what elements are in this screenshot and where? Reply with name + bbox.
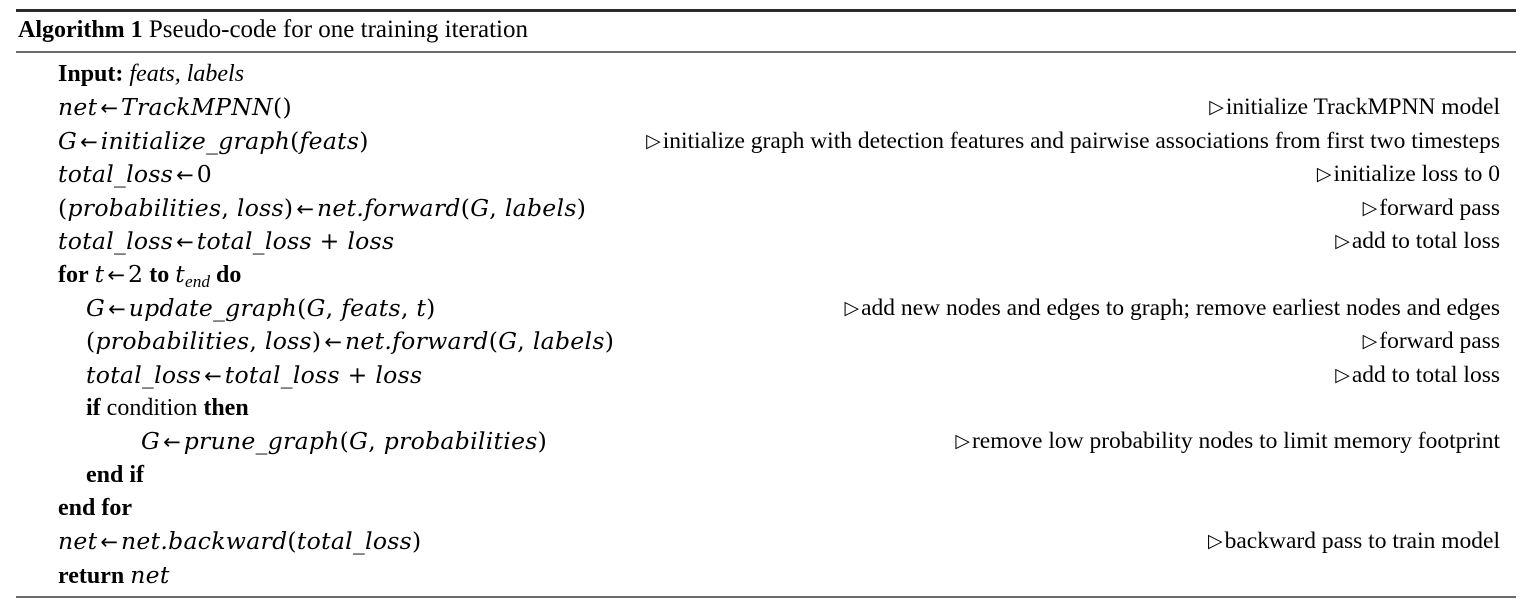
line-code-forward-loop: (probabilities, loss) ← net.forward(G, lab… [86,327,615,356]
if-keyword: if [86,394,101,421]
algorithm-line-end-if: end if [0,459,1532,492]
comment-triangle-icon: ▷ [1335,364,1350,386]
line-code-return: return net [58,559,170,593]
for-loop-variable: t [94,260,105,289]
comment-triangle-icon: ▷ [1362,197,1378,219]
bottom-rule [16,596,1516,599]
end-if-keyword: end if [86,461,145,488]
algorithm-line-end-for: end for [0,492,1532,525]
input-arguments: feats, labels [123,61,245,87]
line-code-forward-first: (probabilities, loss) ← net.forward(G, lab… [58,193,587,222]
for-loop-end: t [175,260,186,289]
return-value: net [130,560,170,589]
for-keyword: for [58,262,89,289]
algorithm-line-forward-loop: (probabilities, loss) ← net.forward(G, lab… [0,325,1532,358]
then-keyword: then [203,394,249,421]
line-comment-graph-init: ▷initialize graph with detection feature… [646,127,1500,154]
comment-triangle-icon: ▷ [955,431,970,453]
line-code-backward: net ← net.backward(total_loss) [58,527,422,556]
line-comment-accumulate-loop: ▷add to total loss [1335,361,1500,388]
if-condition-text: condition [106,394,198,421]
line-comment-total-loss-zero: ▷initialize loss to 0 [1316,161,1500,188]
line-comment-accumulate-first: ▷add to total loss [1335,227,1500,254]
comment-triangle-icon: ▷ [844,297,860,319]
line-comment-net-init: ▷initialize TrackMPNN model [1209,94,1500,121]
input-keyword: Input: [58,61,124,87]
comment-triangle-icon: ▷ [1362,331,1378,353]
algorithm-title: Algorithm 1 Pseudo-code for one training… [18,12,1532,48]
line-code-if-condition: if condition then [86,392,249,425]
to-keyword: to [149,262,170,289]
title-rule [16,51,1516,53]
line-code-input: Input: feats, labels [58,58,244,91]
algorithm-line-accumulate-loop: total_loss ← total_loss + loss ▷add to tot… [0,359,1532,392]
for-loop-start: 2 [128,260,144,289]
algorithm-block: Algorithm 1 Pseudo-code for one training… [0,9,1532,614]
algorithm-line-graph-init: G ← initialize_graph(feats) ▷initialize gr… [0,125,1532,158]
algorithm-line-total-loss-zero: total_loss ← 0 ▷initialize loss to 0 [0,158,1532,191]
line-code-graph-init: G ← initialize_graph(feats) [58,126,369,155]
comment-triangle-icon: ▷ [1335,230,1350,252]
algorithm-line-for-loop: for t ← 2 to tend do [0,258,1532,291]
line-code-graph-update: G ← update_graph(G, feats, t) [86,293,436,322]
algorithm-line-if-condition: if condition then [0,392,1532,425]
line-code-total-loss-zero: total_loss ← 0 [58,160,212,189]
line-comment-graph-update: ▷add new nodes and edges to graph; remov… [844,294,1501,321]
line-comment-backward: ▷backward pass to train model [1207,528,1500,555]
comment-triangle-icon: ▷ [1316,164,1332,186]
for-loop-end-subscript: end [185,272,210,292]
end-for-keyword: end for [58,495,132,522]
line-code-accumulate-loop: total_loss ← total_loss + loss [86,360,423,389]
line-comment-forward-loop: ▷forward pass [1362,328,1500,355]
algorithm-line-input: Input: feats, labels [0,58,1532,91]
algorithm-line-accumulate-first: total_loss ← total_loss + loss ▷add to tot… [0,225,1532,258]
algorithm-body: Input: feats, labels net ← TrackMPNN() ▷in… [0,58,1532,592]
line-comment-graph-prune: ▷remove low probability nodes to limit m… [955,428,1500,455]
line-code-graph-prune: G ← prune_graph(G, probabilities) [141,427,548,456]
algorithm-line-graph-update: G ← update_graph(G, feats, t) ▷add new nod… [0,292,1532,325]
comment-triangle-icon: ▷ [1209,97,1224,119]
line-comment-forward-first: ▷forward pass [1362,194,1500,221]
line-code-end-for: end for [58,492,132,525]
algorithm-label: Algorithm 1 [18,17,143,43]
comment-triangle-icon: ▷ [646,130,661,152]
algorithm-line-graph-prune: G ← prune_graph(G, probabilities) ▷remove … [0,425,1532,458]
algorithm-line-return: return net [0,559,1532,592]
return-keyword: return [58,562,125,589]
line-code-accumulate-first: total_loss ← total_loss + loss [58,226,395,255]
comment-triangle-icon: ▷ [1207,531,1223,553]
do-keyword: do [215,262,242,289]
algorithm-line-backward: net ← net.backward(total_loss) ▷backward p… [0,525,1532,558]
line-code-net-init: net ← TrackMPNN() [58,93,292,122]
algorithm-line-net-init: net ← TrackMPNN() ▷initialize TrackMPNN mo… [0,91,1532,124]
algorithm-caption: Pseudo-code for one training iteration [148,16,528,43]
line-code-end-if: end if [86,459,144,492]
algorithm-line-forward-first: (probabilities, loss) ← net.forward(G, lab… [0,192,1532,225]
